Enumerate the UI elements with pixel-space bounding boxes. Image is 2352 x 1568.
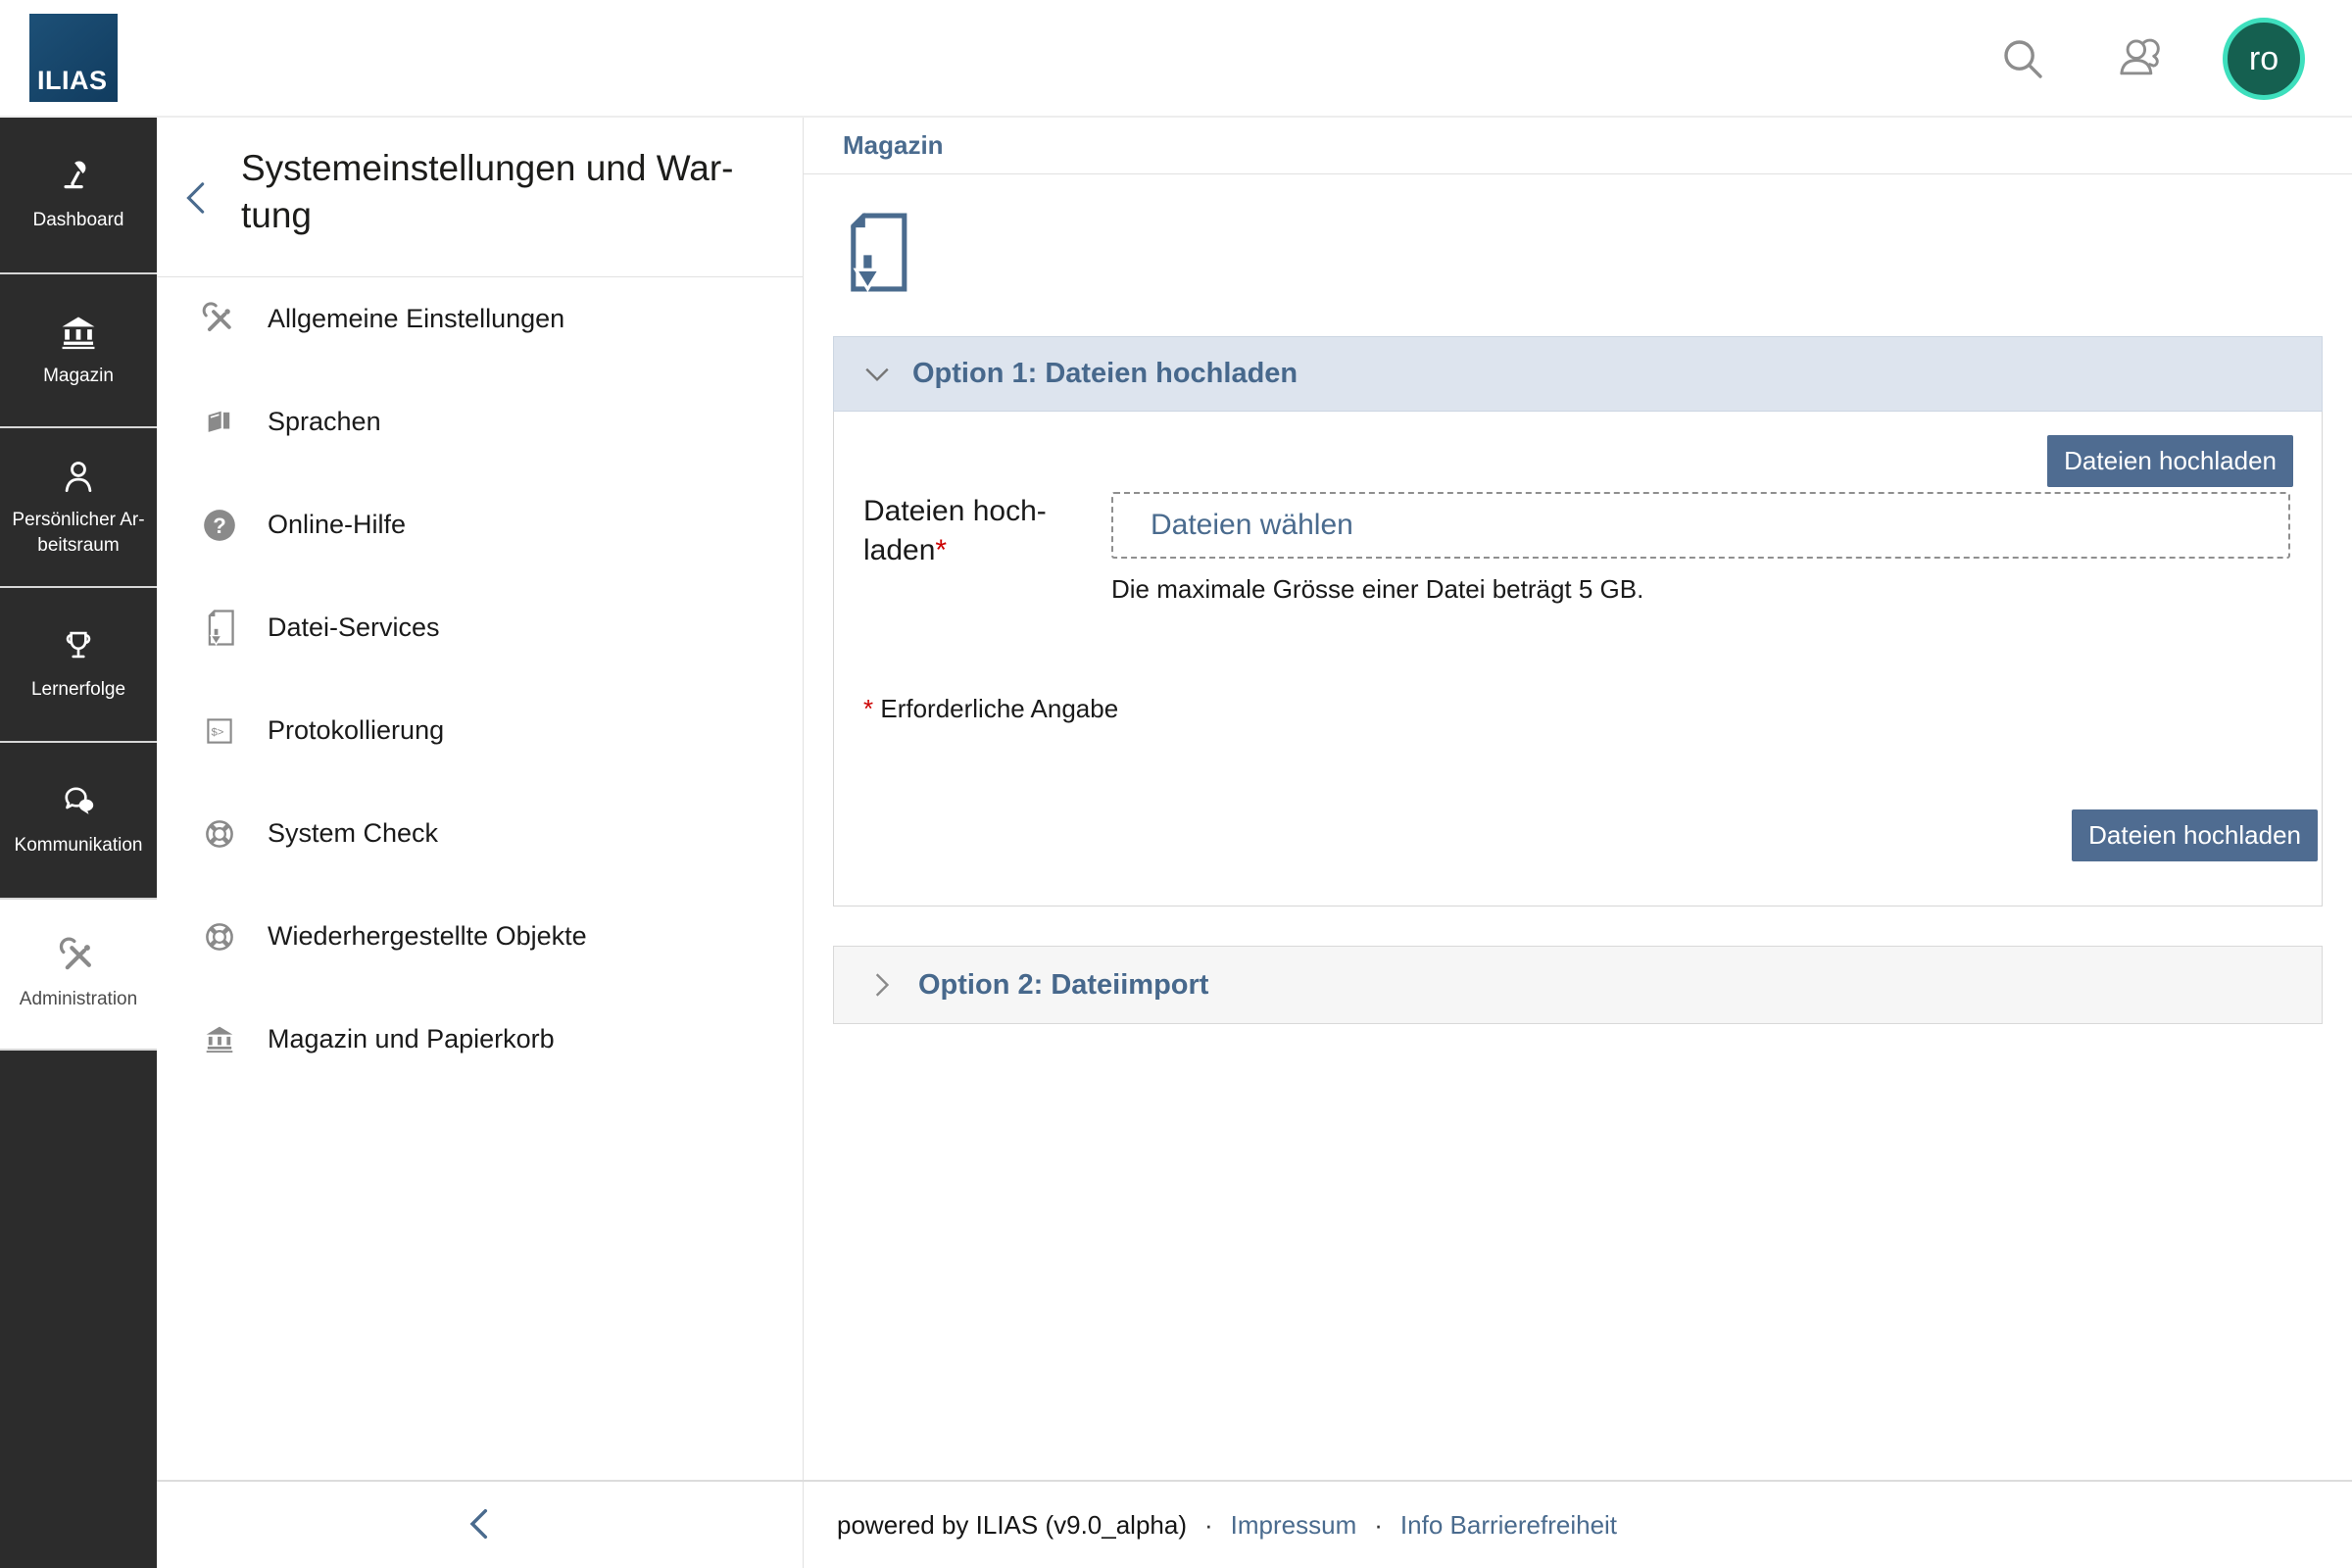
main-sidebar: Dashboard Magazin Persönlicher Ar-beitsr… bbox=[0, 118, 157, 1568]
upload-field-label: Dateien hoch- laden* bbox=[863, 492, 1047, 570]
page-footer: powered by ILIAS (v9.0_alpha) · Impressu… bbox=[157, 1480, 2352, 1568]
main-content: Magazin Option 1: Dateien hochladen Date… bbox=[804, 118, 2352, 1480]
search-button[interactable] bbox=[1999, 35, 2046, 82]
sidebar-item-label: Administration bbox=[16, 987, 141, 1012]
panel-title: Systemeinstellungen und War-tung bbox=[241, 145, 733, 239]
panel-footer bbox=[157, 1482, 804, 1568]
svg-text:$>: $> bbox=[212, 726, 224, 738]
svg-text:?: ? bbox=[213, 513, 226, 537]
search-icon bbox=[1999, 71, 2046, 85]
upload-button-top[interactable]: Dateien hochladen bbox=[2047, 435, 2293, 487]
avatar-initials: ro bbox=[2249, 42, 2278, 75]
top-header: ILIAS ro bbox=[0, 0, 2352, 118]
ilias-logo[interactable]: ILIAS bbox=[29, 14, 118, 102]
menu-item-online-hilfe[interactable]: ? Online-Hilfe bbox=[157, 473, 803, 576]
chevron-down-icon bbox=[863, 361, 891, 388]
bank-icon bbox=[201, 1021, 238, 1058]
chevron-left-icon bbox=[465, 1532, 496, 1546]
file-dropzone[interactable]: Dateien wählen bbox=[1111, 492, 2290, 559]
tools-icon bbox=[201, 301, 238, 338]
powered-by-text: powered by ILIAS (v9.0_alpha) bbox=[837, 1510, 1187, 1541]
sidebar-item-administration[interactable]: Administration bbox=[0, 900, 157, 1051]
menu-item-protokollierung[interactable]: $> Protokollierung bbox=[157, 679, 803, 782]
upload-button-bottom[interactable]: Dateien hochladen bbox=[2072, 809, 2318, 861]
file-download-icon bbox=[201, 610, 238, 647]
chevron-left-icon bbox=[180, 206, 214, 220]
option1-body: Dateien hochladen Dateien hoch- laden* D… bbox=[833, 412, 2323, 906]
settings-menu-panel: Systemeinstellungen und War-tung Allgeme… bbox=[157, 118, 804, 1480]
help-icon: ? bbox=[201, 507, 238, 544]
footer-content: powered by ILIAS (v9.0_alpha) · Impressu… bbox=[804, 1482, 2352, 1568]
menu-item-label: Wiederhergestellte Objekte bbox=[268, 921, 587, 952]
person-icon bbox=[58, 457, 99, 498]
max-size-helper: Die maximale Grösse einer Datei beträgt … bbox=[1111, 574, 1643, 605]
sidebar-item-dashboard[interactable]: Dashboard bbox=[0, 118, 157, 274]
menu-item-label: Allgemeine Einstellungen bbox=[268, 304, 564, 334]
bank-icon bbox=[58, 313, 99, 354]
menu-item-wiederhergestellte-objekte[interactable]: Wiederhergestellte Objekte bbox=[157, 885, 803, 988]
lifebuoy-icon bbox=[201, 815, 238, 853]
impressum-link[interactable]: Impressum bbox=[1231, 1510, 1357, 1541]
chevron-right-icon bbox=[867, 971, 895, 999]
option2-title: Option 2: Dateiimport bbox=[918, 969, 1208, 1002]
breadcrumb[interactable]: Magazin bbox=[843, 130, 944, 161]
menu-item-label: Datei-Services bbox=[268, 612, 440, 643]
ilias-app: ILIAS ro bbox=[0, 0, 2352, 1568]
panel-title-row: Systemeinstellungen und War-tung bbox=[157, 118, 803, 277]
menu-item-allgemeine-einstellungen[interactable]: Allgemeine Einstellungen bbox=[157, 268, 803, 370]
tools-icon bbox=[58, 936, 99, 977]
option2-header[interactable]: Option 2: Dateiimport bbox=[833, 946, 2323, 1024]
back-button[interactable] bbox=[180, 178, 214, 218]
sidebar-item-magazin[interactable]: Magazin bbox=[0, 274, 157, 428]
menu-item-label: Magazin und Papierkorb bbox=[268, 1024, 555, 1054]
option1-header[interactable]: Option 1: Dateien hochladen bbox=[833, 336, 2323, 412]
sidebar-item-label: Dashboard bbox=[29, 208, 128, 233]
sidebar-item-label: Persönlicher Ar-beitsraum bbox=[8, 508, 148, 558]
barrierefreiheit-link[interactable]: Info Barrierefreiheit bbox=[1400, 1510, 1617, 1541]
lamp-icon bbox=[58, 157, 99, 198]
sidebar-item-label: Magazin bbox=[39, 364, 118, 389]
menu-item-datei-services[interactable]: Datei-Services bbox=[157, 576, 803, 679]
lifebuoy-icon bbox=[201, 918, 238, 956]
terminal-icon: $> bbox=[201, 712, 238, 750]
sidebar-item-persoenlicher-arbeitsraum[interactable]: Persönlicher Ar-beitsraum bbox=[0, 428, 157, 588]
collapse-panel-button[interactable] bbox=[461, 1502, 500, 1547]
settings-menu-list: Allgemeine Einstellungen Sprachen ? bbox=[157, 268, 803, 1091]
menu-item-label: Sprachen bbox=[268, 407, 381, 437]
users-icon bbox=[2113, 71, 2168, 85]
menu-item-sprachen[interactable]: Sprachen bbox=[157, 370, 803, 473]
breadcrumb-bar: Magazin bbox=[804, 118, 2352, 174]
online-users-button[interactable] bbox=[2113, 33, 2168, 82]
option1-title: Option 1: Dateien hochladen bbox=[912, 358, 1298, 390]
sidebar-item-lernerfolge[interactable]: Lernerfolge bbox=[0, 588, 157, 743]
trophy-icon bbox=[58, 626, 99, 667]
chat-icon bbox=[58, 782, 99, 823]
menu-item-label: Online-Hilfe bbox=[268, 510, 406, 540]
sidebar-item-label: Lernerfolge bbox=[27, 677, 129, 703]
footer-separator: · bbox=[1204, 1510, 1213, 1541]
footer-separator: · bbox=[1374, 1510, 1383, 1541]
avatar[interactable]: ro bbox=[2223, 18, 2305, 100]
book-icon bbox=[201, 404, 238, 441]
sidebar-filler bbox=[0, 1051, 157, 1568]
logo-text: ILIAS bbox=[37, 66, 108, 96]
file-download-icon bbox=[843, 211, 907, 294]
sidebar-item-kommunikation[interactable]: Kommunikation bbox=[0, 743, 157, 900]
sidebar-item-label: Kommunikation bbox=[11, 833, 147, 858]
dropzone-label: Dateien wählen bbox=[1151, 509, 1353, 542]
menu-item-system-check[interactable]: System Check bbox=[157, 782, 803, 885]
menu-item-label: System Check bbox=[268, 818, 438, 849]
required-note: * Erforderliche Angabe bbox=[863, 694, 1118, 724]
menu-item-magazin-und-papierkorb[interactable]: Magazin und Papierkorb bbox=[157, 988, 803, 1091]
option1-panel: Option 1: Dateien hochladen Dateien hoch… bbox=[833, 336, 2323, 906]
menu-item-label: Protokollierung bbox=[268, 715, 444, 746]
